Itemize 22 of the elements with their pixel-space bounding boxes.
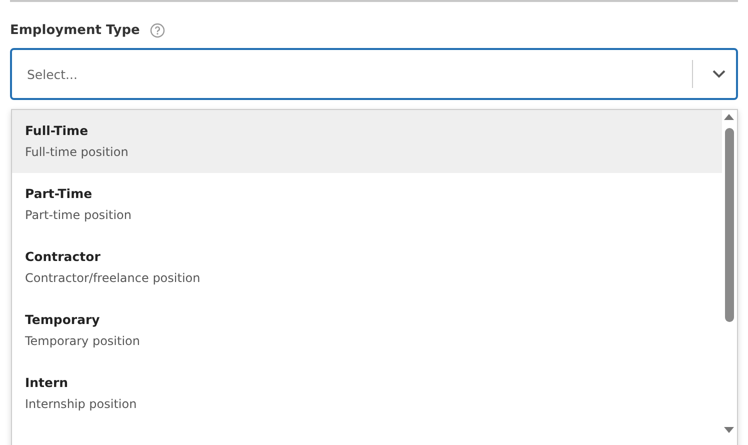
- select-field[interactable]: Select...: [10, 48, 738, 100]
- dropdown-option[interactable]: Part-Time Part-time position: [12, 173, 722, 236]
- dropdown-option[interactable]: Intern Internship position: [12, 362, 722, 425]
- option-title: Full-Time: [25, 122, 90, 140]
- help-icon[interactable]: [150, 22, 165, 38]
- scroll-down-icon[interactable]: [724, 427, 734, 433]
- scroll-up-icon[interactable]: [724, 114, 734, 120]
- dropdown-option[interactable]: Contractor Contractor/freelance position: [12, 236, 722, 299]
- option-description: Part-time position: [25, 207, 132, 224]
- field-label: Employment Type: [10, 22, 140, 38]
- option-title: Temporary: [25, 311, 101, 329]
- chevron-down-icon[interactable]: [712, 69, 726, 79]
- option-description: Contractor/freelance position: [25, 270, 202, 287]
- option-title: Part-Time: [25, 185, 94, 203]
- option-description: Temporary position: [25, 333, 141, 350]
- option-description: Internship position: [25, 396, 138, 413]
- dropdown-option[interactable]: Temporary Temporary position: [12, 299, 722, 362]
- option-title: Contractor: [25, 248, 102, 266]
- option-title: Intern: [25, 374, 70, 392]
- scrollbar-thumb[interactable]: [725, 128, 734, 322]
- option-description: Full-time position: [25, 144, 130, 161]
- dropdown-option[interactable]: Full-Time Full-time position: [12, 110, 722, 173]
